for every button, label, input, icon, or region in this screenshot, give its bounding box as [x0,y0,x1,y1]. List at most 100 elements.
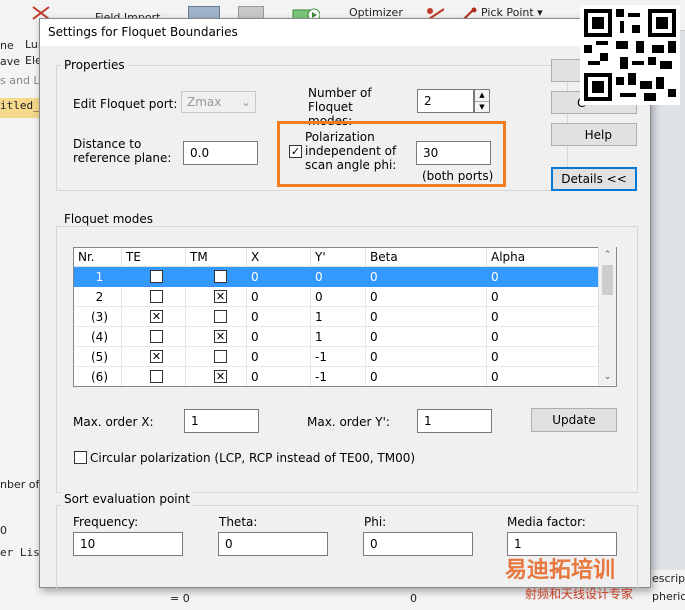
cell-beta: 0 [366,307,487,327]
cell-beta: 0 [366,287,487,307]
cell-tm[interactable] [186,267,247,287]
cell-y: -1 [311,367,366,386]
cell-x: 0 [247,347,311,367]
cell-te[interactable] [122,327,186,347]
cell-y: 0 [311,267,366,287]
right-partial-1: escript [652,572,685,585]
cell-tm[interactable]: ✕ [186,367,247,386]
cell-te[interactable] [122,367,186,386]
details-button[interactable]: Details << [551,167,637,191]
cell-tm[interactable]: ✕ [186,327,247,347]
num-modes-stepper[interactable]: ▲ ▼ [474,89,490,113]
cell-beta: 0 [366,267,487,287]
cell-te[interactable] [122,287,186,307]
cell-alpha: 0 [487,267,599,287]
col-x[interactable]: X [247,248,311,267]
tm-checkbox[interactable]: ✕ [214,330,227,343]
cell-y: 0 [311,287,366,307]
cell-tm[interactable]: ✕ [186,287,247,307]
tm-checkbox[interactable] [214,350,227,363]
cell-tm[interactable] [186,307,247,327]
te-checkbox[interactable]: ✕ [150,270,163,283]
cell-beta: 0 [366,327,487,347]
scroll-down-icon[interactable]: ⌄ [599,369,616,385]
bottom-value-2: 0 [410,592,417,605]
cell-y: 1 [311,307,366,327]
col-y[interactable]: Y' [311,248,366,267]
floquet-settings-dialog: Settings for Floquet Boundaries Properti… [39,18,651,588]
phi-label: Phi: [364,515,387,529]
update-button[interactable]: Update [531,408,617,432]
cell-nr: (6) [74,367,122,386]
stepper-up-icon[interactable]: ▲ [475,90,489,102]
left-label-1: ne [0,39,14,52]
theta-label: Theta: [219,515,258,529]
circular-polarization-label: Circular polarization (LCP, RCP instead … [90,451,416,465]
te-checkbox[interactable] [150,290,163,303]
cell-alpha: 0 [487,347,599,367]
scroll-up-icon[interactable]: ⌃ [599,247,616,263]
qr-code [580,5,680,105]
cell-nr: 2 [74,287,122,307]
col-te[interactable]: TE [122,248,186,267]
phi-input[interactable]: 0 [363,532,473,556]
circular-polarization-checkbox[interactable] [74,451,87,464]
tm-checkbox[interactable] [214,270,227,283]
cell-x: 0 [247,287,311,307]
media-factor-label: Media factor: [507,515,586,529]
te-checkbox[interactable] [150,370,163,383]
max-order-x-label: Max. order X: [73,415,154,429]
edit-port-select[interactable]: Zmax ⌄ [181,91,256,113]
properties-group-label: Properties [61,58,128,72]
cell-nr: (4) [74,327,122,347]
max-order-y-label: Max. order Y': [307,415,390,429]
cell-alpha: 0 [487,327,599,347]
cell-te[interactable]: ✕ [122,347,186,367]
te-checkbox[interactable]: ✕ [150,350,163,363]
col-nr[interactable]: Nr. [74,248,122,267]
cell-nr: (3) [74,307,122,327]
table-scrollbar[interactable]: ⌃ ⌄ [598,247,616,385]
col-beta[interactable]: Beta [366,248,487,267]
floquet-modes-table: Nr. TE TM X Y' Beta Alpha 1 ✕ 0 0 0 0 2 ✕ 0 0 0 0 (3… [73,247,617,387]
tm-checkbox[interactable]: ✕ [214,290,227,303]
dialog-titlebar[interactable]: Settings for Floquet Boundaries [40,19,650,46]
document-tab[interactable]: itled_0 [0,98,46,118]
theta-input[interactable]: 0 [218,532,328,556]
cell-alpha: 0 [487,287,599,307]
watermark-subtext: 射频和天线设计专家 [525,587,634,601]
scroll-thumb[interactable] [602,265,613,295]
cell-x: 0 [247,307,311,327]
tm-checkbox[interactable] [214,310,227,323]
frequency-input[interactable]: 10 [73,532,183,556]
floquet-modes-group-label: Floquet modes [61,212,156,226]
left-label-2: ave [0,55,21,68]
te-checkbox[interactable]: ✕ [150,310,163,323]
cell-nr: (5) [74,347,122,367]
te-checkbox[interactable] [150,330,163,343]
cell-tm[interactable] [186,347,247,367]
cell-y: -1 [311,347,366,367]
cell-beta: 0 [366,367,487,386]
cell-x: 0 [247,367,311,386]
cell-te[interactable]: ✕ [122,307,186,327]
chevron-down-icon: ⌄ [240,95,251,109]
edit-port-label: Edit Floquet port: [73,97,178,111]
col-alpha[interactable]: Alpha [487,248,599,267]
bottom-value-1: = 0 [170,592,190,605]
sort-group-label: Sort evaluation point [61,492,193,506]
distance-input[interactable]: 0.0 [183,141,258,165]
cell-y: 1 [311,327,366,347]
tm-checkbox[interactable]: ✕ [214,370,227,383]
help-button[interactable]: Help [551,123,637,146]
dialog-title: Settings for Floquet Boundaries [48,25,238,39]
col-tm[interactable]: TM [186,248,247,267]
max-order-y-input[interactable]: 1 [417,409,492,433]
cell-te[interactable]: ✕ [122,267,186,287]
stepper-down-icon[interactable]: ▼ [475,102,489,113]
num-modes-input[interactable]: 2 [417,89,474,113]
cell-alpha: 0 [487,367,599,386]
max-order-x-input[interactable]: 1 [184,409,259,433]
frequency-label: Frequency: [73,515,139,529]
cell-nr: 1 [74,267,122,287]
